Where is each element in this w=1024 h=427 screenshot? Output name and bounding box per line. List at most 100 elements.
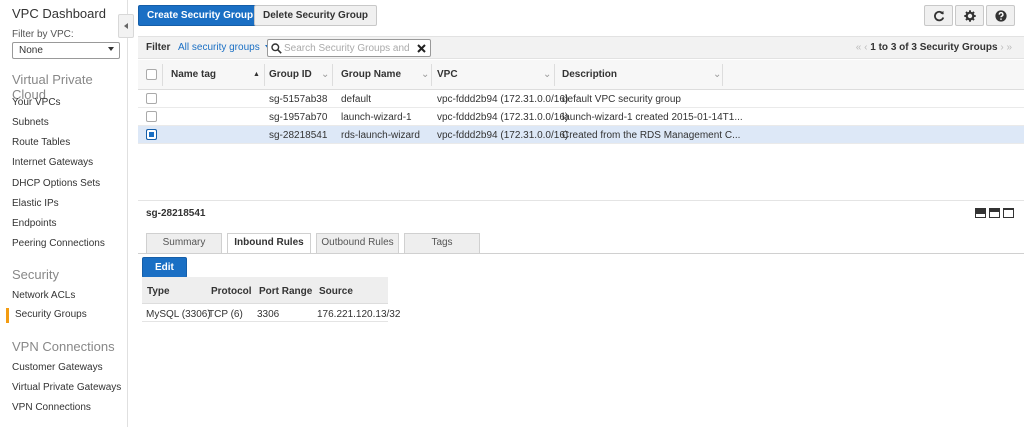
tab-underline	[138, 253, 1024, 254]
sort-ascending-icon[interactable]: ▲	[253, 71, 260, 78]
column-divider	[162, 64, 163, 86]
rules-table-row: MySQL (3306) TCP (6) 3306 176.221.120.13…	[142, 304, 400, 322]
filter-label: Filter	[146, 42, 171, 53]
row-checkbox[interactable]	[146, 129, 157, 140]
cell-group-id: sg-1957ab70	[269, 112, 328, 123]
sidebar-item-elastic-ips[interactable]: Elastic IPs	[12, 198, 59, 209]
last-page-icon[interactable]: »	[1006, 42, 1012, 53]
rule-type: MySQL (3306)	[146, 309, 211, 320]
search-input[interactable]	[284, 41, 412, 55]
table-row[interactable]: sg-1957ab70 launch-wizard-1 vpc-fddd2b94…	[138, 108, 1024, 126]
collapse-sidebar-button[interactable]	[118, 14, 134, 38]
select-all-checkbox[interactable]	[146, 69, 157, 80]
layout-bottom-icon[interactable]	[975, 208, 986, 218]
rules-column-type: Type	[147, 286, 170, 297]
rule-port-range: 3306	[257, 309, 280, 320]
sidebar-title[interactable]: VPC Dashboard	[12, 6, 106, 21]
rules-column-protocol: Protocol	[211, 286, 252, 297]
table-header: Name tag ▲ Group ID ⌄ Group Name ⌄ VPC ⌄…	[138, 60, 1024, 90]
first-page-icon[interactable]: «	[856, 42, 862, 53]
sort-icon[interactable]: ⌄	[543, 69, 551, 80]
sidebar-item-your-vpcs[interactable]: Your VPCs	[12, 97, 61, 108]
sidebar-item-endpoints[interactable]: Endpoints	[12, 218, 56, 229]
sidebar-section-vpn: VPN Connections	[12, 339, 115, 354]
help-button[interactable]	[986, 5, 1015, 26]
pagination: « ‹ 1 to 3 of 3 Security Groups › »	[856, 42, 1012, 53]
cell-vpc: vpc-fddd2b94 (172.31.0.0/16)	[437, 130, 569, 141]
cell-description: Created from the RDS Management C...	[562, 130, 741, 141]
sidebar-item-subnets[interactable]: Subnets	[12, 117, 49, 128]
column-divider	[722, 64, 723, 86]
column-header-group-name[interactable]: Group Name	[341, 69, 401, 80]
sidebar-item-vpn-connections[interactable]: VPN Connections	[12, 402, 91, 413]
pane-divider[interactable]	[138, 200, 1024, 201]
sidebar-item-internet-gateways[interactable]: Internet Gateways	[12, 157, 93, 168]
vpc-filter-select[interactable]: None	[12, 42, 120, 59]
column-header-vpc[interactable]: VPC	[437, 69, 458, 80]
chevron-down-icon	[108, 47, 114, 51]
cell-group-name: launch-wizard-1	[341, 112, 412, 123]
create-security-group-button[interactable]: Create Security Group	[138, 5, 263, 26]
column-header-group-id[interactable]: Group ID	[269, 69, 312, 80]
cell-group-id: sg-28218541	[269, 130, 328, 141]
security-group-filter-dropdown[interactable]: All security groups	[178, 42, 272, 53]
column-header-description[interactable]: Description	[562, 69, 617, 80]
tab-summary[interactable]: Summary	[146, 233, 222, 253]
layout-switcher	[975, 208, 1014, 218]
search-icon	[271, 43, 282, 54]
tab-inbound-rules[interactable]: Inbound Rules	[227, 233, 311, 254]
rules-column-source: Source	[319, 286, 353, 297]
table-row[interactable]: sg-28218541 rds-launch-wizard vpc-fddd2b…	[138, 126, 1024, 144]
row-checkbox[interactable]	[146, 111, 157, 122]
tab-tags[interactable]: Tags	[404, 233, 480, 253]
tab-outbound-rules[interactable]: Outbound Rules	[316, 233, 399, 253]
settings-button[interactable]	[955, 5, 984, 26]
column-divider	[554, 64, 555, 86]
sidebar-item-route-tables[interactable]: Route Tables	[12, 137, 70, 148]
refresh-button[interactable]	[924, 5, 953, 26]
column-divider	[431, 64, 432, 86]
sidebar-item-dhcp-options-sets[interactable]: DHCP Options Sets	[12, 178, 100, 189]
filter-bar: Filter All security groups « ‹ 1 to 3 of…	[138, 36, 1024, 59]
pager-text: 1 to 3 of 3 Security Groups	[870, 42, 998, 53]
sidebar-item-virtual-private-gateways[interactable]: Virtual Private Gateways	[12, 382, 121, 393]
delete-security-group-button[interactable]: Delete Security Group	[254, 5, 378, 26]
refresh-icon	[933, 10, 944, 21]
cell-group-name: default	[341, 94, 372, 105]
column-divider	[264, 64, 265, 86]
sidebar-item-peering-connections[interactable]: Peering Connections	[12, 238, 105, 249]
column-header-name-tag[interactable]: Name tag	[171, 69, 216, 80]
cell-vpc: vpc-fddd2b94 (172.31.0.0/16)	[437, 94, 569, 105]
previous-page-icon[interactable]: ‹	[864, 42, 867, 53]
detail-group-id: sg-28218541	[146, 208, 206, 219]
rules-table-header: Type Protocol Port Range Source	[142, 277, 388, 304]
sort-icon[interactable]: ⌄	[421, 69, 429, 80]
sidebar-item-network-acls[interactable]: Network ACLs	[12, 290, 75, 301]
cell-description: default VPC security group	[562, 94, 681, 105]
edit-button[interactable]: Edit	[142, 257, 187, 278]
help-icon	[994, 9, 1007, 22]
column-divider	[332, 64, 333, 86]
vpc-filter-value: None	[19, 45, 43, 56]
search-box[interactable]	[267, 39, 431, 57]
sort-icon[interactable]: ⌄	[321, 69, 329, 80]
layout-split-icon[interactable]	[989, 208, 1000, 218]
row-checkbox[interactable]	[146, 93, 157, 104]
sidebar-item-customer-gateways[interactable]: Customer Gateways	[12, 362, 103, 373]
rules-column-port-range: Port Range	[259, 286, 313, 297]
clear-search-icon[interactable]	[417, 44, 426, 53]
cell-vpc: vpc-fddd2b94 (172.31.0.0/16)	[437, 112, 569, 123]
filter-selector-label: All security groups	[178, 42, 260, 53]
next-page-icon[interactable]: ›	[1000, 42, 1003, 53]
sort-icon[interactable]: ⌄	[713, 69, 721, 80]
cell-description: launch-wizard-1 created 2015-01-14T1...	[562, 112, 743, 123]
table-row[interactable]: sg-5157ab38 default vpc-fddd2b94 (172.31…	[138, 90, 1024, 108]
cell-group-id: sg-5157ab38	[269, 94, 328, 105]
sidebar-section-security: Security	[12, 267, 59, 282]
cell-group-name: rds-launch-wizard	[341, 130, 420, 141]
sidebar-item-security-groups[interactable]: Security Groups	[6, 308, 87, 323]
sidebar: VPC Dashboard Filter by VPC: None Virtua…	[0, 0, 128, 427]
gear-icon	[963, 9, 976, 22]
layout-full-icon[interactable]	[1003, 208, 1014, 218]
rule-source: 176.221.120.13/32	[317, 309, 401, 320]
